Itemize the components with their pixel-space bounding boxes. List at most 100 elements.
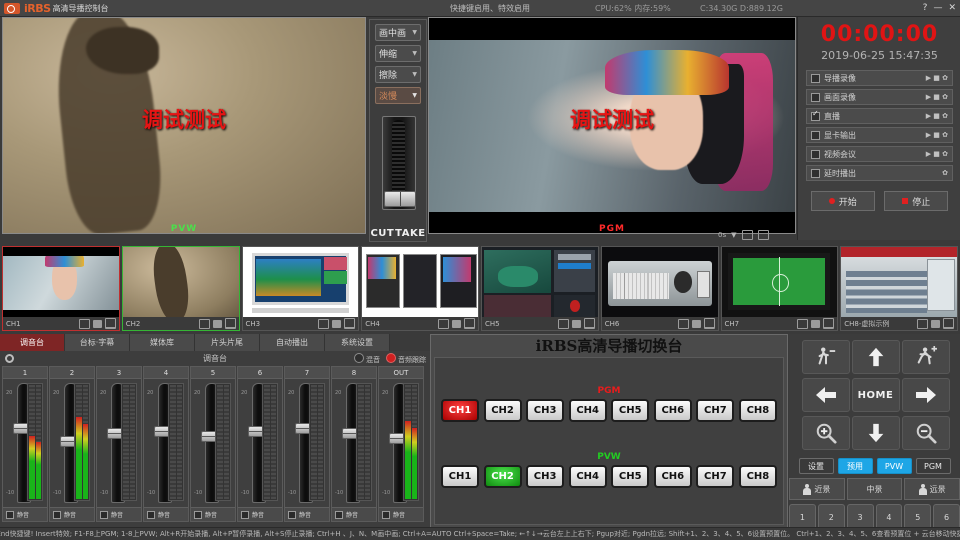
output-row-director-record[interactable]: 导播录像 ▶ ■ ✿ bbox=[806, 70, 953, 86]
radio-mix-mode[interactable]: 混音 bbox=[354, 353, 380, 365]
effect-select-wipe[interactable]: 擦除 ▼ bbox=[375, 66, 421, 83]
pgm-button-ch3[interactable]: CH3 bbox=[526, 399, 564, 422]
tab-auto-broadcast[interactable]: 自动播出 bbox=[260, 334, 325, 351]
pvw-button-ch3[interactable]: CH3 bbox=[526, 465, 564, 488]
mute-toggle[interactable]: 静音 bbox=[191, 507, 235, 521]
pgm-button-ch7[interactable]: CH7 bbox=[696, 399, 734, 422]
checkbox[interactable] bbox=[811, 131, 820, 140]
camera-icon[interactable] bbox=[692, 320, 701, 328]
thumbnail-ch2[interactable]: CH2 bbox=[122, 246, 240, 331]
camera-icon[interactable] bbox=[572, 320, 581, 328]
thumbnail-ch5[interactable]: CH5 bbox=[481, 246, 599, 331]
ptz-pan-right-button[interactable] bbox=[902, 378, 950, 412]
play-stop-settings-icons[interactable]: ▶ ■ ✿ bbox=[926, 131, 948, 139]
ptz-pan-fast-button[interactable] bbox=[902, 340, 950, 374]
mute-toggle[interactable]: 静音 bbox=[3, 507, 47, 521]
screen-icon[interactable] bbox=[823, 318, 834, 329]
ptz-mode-settings[interactable]: 设置 bbox=[799, 458, 834, 474]
program-monitor[interactable]: 调试测试 PGM bbox=[428, 17, 796, 234]
output-row-video-conference[interactable]: 视频会议 ▶ ■ ✿ bbox=[806, 146, 953, 162]
thumbnail-ch6[interactable]: CH6 bbox=[601, 246, 719, 331]
help-button[interactable]: ? bbox=[923, 3, 928, 13]
ptz-tilt-down-button[interactable] bbox=[852, 416, 900, 450]
play-stop-settings-icons[interactable]: ▶ ■ ✿ bbox=[926, 150, 948, 158]
play-stop-settings-icons[interactable]: ▶ ■ ✿ bbox=[926, 74, 948, 82]
checkbox[interactable] bbox=[811, 169, 820, 178]
mute-toggle[interactable]: 静音 bbox=[379, 507, 423, 521]
preview-monitor[interactable]: 调试测试 PVW bbox=[2, 17, 366, 234]
ptz-pan-slow-button[interactable] bbox=[802, 340, 850, 374]
thumbnail-ch4[interactable]: CH4 bbox=[361, 246, 479, 331]
tab-mixer[interactable]: 调音台 bbox=[0, 334, 65, 351]
output-row-screen-record[interactable]: 画面录像 ▶ ■ ✿ bbox=[806, 89, 953, 105]
snapshot-icon[interactable] bbox=[742, 230, 753, 240]
pgm-button-ch2[interactable]: CH2 bbox=[484, 399, 522, 422]
refresh-icon[interactable] bbox=[678, 319, 689, 329]
tab-logo-subtitle[interactable]: 台标·字幕 bbox=[65, 334, 130, 351]
pvw-button-ch6[interactable]: CH6 bbox=[654, 465, 692, 488]
ptz-pan-left-button[interactable] bbox=[802, 378, 850, 412]
ptz-mode-pvw[interactable]: PVW bbox=[877, 458, 912, 474]
ptz-mode-preset[interactable]: 预用 bbox=[838, 458, 873, 474]
thumbnail-ch1[interactable]: CH1 bbox=[2, 246, 120, 331]
screen-icon[interactable] bbox=[464, 318, 475, 329]
pvw-button-ch4[interactable]: CH4 bbox=[569, 465, 607, 488]
tab-opening-ending[interactable]: 片头片尾 bbox=[195, 334, 260, 351]
ptz-mode-pgm[interactable]: PGM bbox=[916, 458, 951, 474]
play-stop-settings-icons[interactable]: ▶ ■ ✿ bbox=[926, 93, 948, 101]
screen-icon[interactable] bbox=[943, 318, 954, 329]
tab-system-settings[interactable]: 系统设置 bbox=[325, 334, 390, 351]
stop-button[interactable]: 停止 bbox=[884, 191, 948, 211]
camera-icon[interactable] bbox=[213, 320, 222, 328]
checkbox[interactable] bbox=[811, 112, 820, 121]
play-stop-settings-icons[interactable]: ▶ ■ ✿ bbox=[926, 112, 948, 120]
mute-toggle[interactable]: 静音 bbox=[144, 507, 188, 521]
checkbox[interactable] bbox=[811, 74, 820, 83]
camera-icon[interactable] bbox=[332, 320, 341, 328]
camera-icon[interactable] bbox=[452, 320, 461, 328]
mute-toggle[interactable]: 静音 bbox=[238, 507, 282, 521]
fullscreen-icon[interactable] bbox=[758, 230, 769, 240]
refresh-icon[interactable] bbox=[438, 319, 449, 329]
screen-icon[interactable] bbox=[225, 318, 236, 329]
output-row-gpu-output[interactable]: 显卡输出 ▶ ■ ✿ bbox=[806, 127, 953, 143]
mute-toggle[interactable]: 静音 bbox=[50, 507, 94, 521]
refresh-icon[interactable] bbox=[558, 319, 569, 329]
checkbox[interactable] bbox=[811, 150, 820, 159]
output-row-live[interactable]: 直播 ▶ ■ ✿ bbox=[806, 108, 953, 124]
screen-icon[interactable] bbox=[584, 318, 595, 329]
thumbnail-ch3[interactable]: CH3 bbox=[242, 246, 360, 331]
mute-toggle[interactable]: 静音 bbox=[332, 507, 376, 521]
pgm-button-ch5[interactable]: CH5 bbox=[611, 399, 649, 422]
ptz-shot-close[interactable]: 近景 bbox=[789, 478, 845, 500]
ptz-home-button[interactable]: HOME bbox=[852, 378, 900, 412]
mute-toggle[interactable]: 静音 bbox=[285, 507, 329, 521]
ptz-shot-medium[interactable]: 中景 bbox=[847, 478, 903, 500]
minimize-button[interactable]: — bbox=[933, 3, 942, 13]
screen-icon[interactable] bbox=[105, 318, 116, 329]
refresh-icon[interactable] bbox=[917, 319, 928, 329]
pgm-button-ch4[interactable]: CH4 bbox=[569, 399, 607, 422]
effect-select-fade[interactable]: 淡慢 ▼ bbox=[375, 87, 421, 104]
ptz-zoom-out-button[interactable] bbox=[902, 416, 950, 450]
t-bar-fader[interactable] bbox=[382, 116, 416, 210]
cut-button[interactable]: CUT bbox=[370, 228, 394, 239]
mute-toggle[interactable]: 静音 bbox=[97, 507, 141, 521]
refresh-icon[interactable] bbox=[318, 319, 329, 329]
output-row-delayed-broadcast[interactable]: 延时播出 ✿ bbox=[806, 165, 953, 181]
pvw-button-ch8[interactable]: CH8 bbox=[739, 465, 777, 488]
pgm-button-ch8[interactable]: CH8 bbox=[739, 399, 777, 422]
camera-icon[interactable] bbox=[931, 320, 940, 328]
camera-icon[interactable] bbox=[811, 320, 820, 328]
ptz-zoom-in-button[interactable] bbox=[802, 416, 850, 450]
camera-icon[interactable] bbox=[93, 320, 102, 328]
settings-icon[interactable]: ✿ bbox=[942, 169, 948, 177]
close-button[interactable]: ✕ bbox=[948, 3, 956, 13]
effect-select-stretch[interactable]: 伸缩 ▼ bbox=[375, 45, 421, 62]
ptz-shot-far[interactable]: 远景 bbox=[904, 478, 960, 500]
pvw-button-ch2[interactable]: CH2 bbox=[484, 465, 522, 488]
pvw-button-ch5[interactable]: CH5 bbox=[611, 465, 649, 488]
screen-icon[interactable] bbox=[704, 318, 715, 329]
pvw-button-ch7[interactable]: CH7 bbox=[696, 465, 734, 488]
tab-media-library[interactable]: 媒体库 bbox=[130, 334, 195, 351]
